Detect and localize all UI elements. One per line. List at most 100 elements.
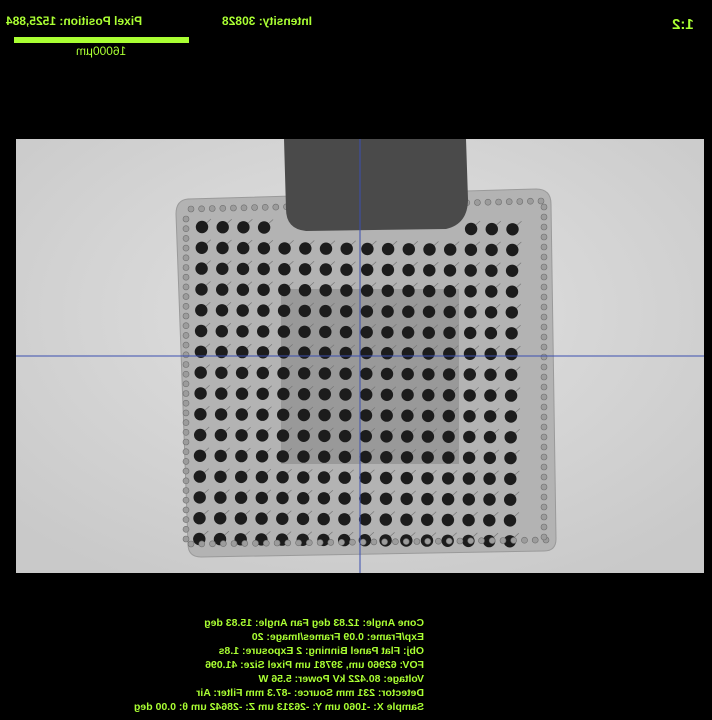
perimeter-pad (540, 443, 548, 451)
solder-ball (421, 472, 434, 485)
solder-ball (360, 388, 373, 401)
solder-ball (339, 325, 353, 339)
solder-ball (360, 326, 373, 339)
perimeter-pad (484, 198, 492, 206)
solder-ball (236, 283, 250, 296)
solder-ball (504, 431, 517, 444)
solder-ball (380, 367, 394, 381)
solder-ball (193, 470, 206, 483)
perimeter-pad (531, 536, 539, 544)
solder-ball (484, 347, 497, 361)
perimeter-pad (263, 539, 270, 547)
solder-ball (443, 305, 456, 319)
pixel-position-readout: Pixel Position: 1525,884 (6, 14, 143, 28)
solder-ball (379, 513, 392, 526)
solder-ball (359, 492, 372, 505)
solder-ball (464, 305, 477, 319)
solder-ball (423, 243, 436, 256)
solder-ball (379, 492, 393, 505)
solder-ball (276, 471, 289, 484)
solder-ball (193, 449, 207, 462)
perimeter-pad (182, 467, 190, 475)
solder-ball (195, 220, 209, 234)
solder-ball (443, 285, 457, 298)
solder-ball (297, 450, 310, 463)
solder-ball (464, 326, 477, 340)
solder-ball (400, 451, 414, 464)
perimeter-pad (305, 539, 313, 547)
solder-ball (401, 347, 415, 360)
solder-ball (380, 409, 393, 422)
perimeter-pad (182, 516, 190, 523)
solder-ball (504, 472, 517, 486)
solder-ball (505, 264, 519, 277)
solder-ball (235, 366, 249, 380)
solder-ball (277, 408, 290, 421)
solder-ball (256, 429, 269, 442)
solder-ball (257, 325, 270, 338)
perimeter-pad (182, 273, 190, 281)
solder-ball (278, 242, 291, 255)
solder-ball (442, 389, 456, 402)
perimeter-pad (537, 197, 545, 205)
perimeter-pad (359, 538, 367, 546)
solder-ball (359, 450, 372, 464)
solder-ball (505, 306, 518, 319)
solder-ball (483, 430, 497, 444)
solder-ball (464, 264, 477, 277)
perimeter-pad (402, 538, 410, 545)
solder-ball (485, 285, 498, 298)
perimeter-pad (198, 540, 206, 548)
solder-ball (505, 285, 519, 298)
solder-ball (421, 492, 434, 506)
solder-ball (257, 242, 271, 255)
perimeter-pad (540, 493, 548, 501)
solder-ball (257, 221, 271, 234)
solder-ball (360, 367, 373, 380)
solder-ball (503, 514, 517, 527)
solder-ball (236, 304, 249, 317)
xray-image-viewer[interactable] (16, 139, 704, 573)
perimeter-pad (392, 538, 399, 546)
solder-ball (318, 367, 332, 380)
solder-ball (338, 513, 351, 526)
solder-ball (257, 304, 270, 317)
solder-ball (214, 491, 227, 504)
solder-ball (235, 449, 248, 463)
solder-ball (484, 389, 497, 402)
solder-ball (441, 493, 455, 506)
solder-ball (256, 346, 270, 359)
solder-ball (381, 305, 394, 318)
solder-ball (422, 368, 435, 381)
solder-ball (256, 408, 269, 421)
zoom-level[interactable]: 1:2 (672, 16, 694, 33)
solder-ball (483, 493, 496, 506)
perimeter-pad (540, 273, 548, 281)
solder-ball (255, 450, 269, 463)
solder-ball (194, 428, 207, 442)
solder-ball (422, 326, 435, 339)
solder-ball (423, 264, 436, 277)
scale-bar-label: 16000µm (76, 44, 127, 58)
perimeter-pad (284, 539, 292, 547)
solder-ball (504, 389, 518, 402)
perimeter-pad (499, 537, 507, 544)
solder-ball (298, 304, 311, 318)
solder-ball (338, 450, 352, 464)
solder-ball (278, 263, 291, 276)
solder-ball (194, 324, 208, 338)
solder-ball (319, 284, 332, 297)
perimeter-pad (182, 361, 190, 368)
perimeter-pad (540, 513, 548, 521)
perimeter-pad (540, 223, 548, 231)
perimeter-pad (219, 205, 227, 212)
perimeter-pad (327, 539, 335, 546)
solder-ball (257, 283, 270, 296)
perimeter-pad (182, 380, 190, 388)
perimeter-pad (540, 253, 548, 261)
perimeter-pad (209, 540, 216, 548)
perimeter-pad (182, 351, 190, 359)
perimeter-pad (527, 197, 534, 205)
solder-ball (462, 472, 476, 485)
solder-ball (402, 284, 415, 298)
